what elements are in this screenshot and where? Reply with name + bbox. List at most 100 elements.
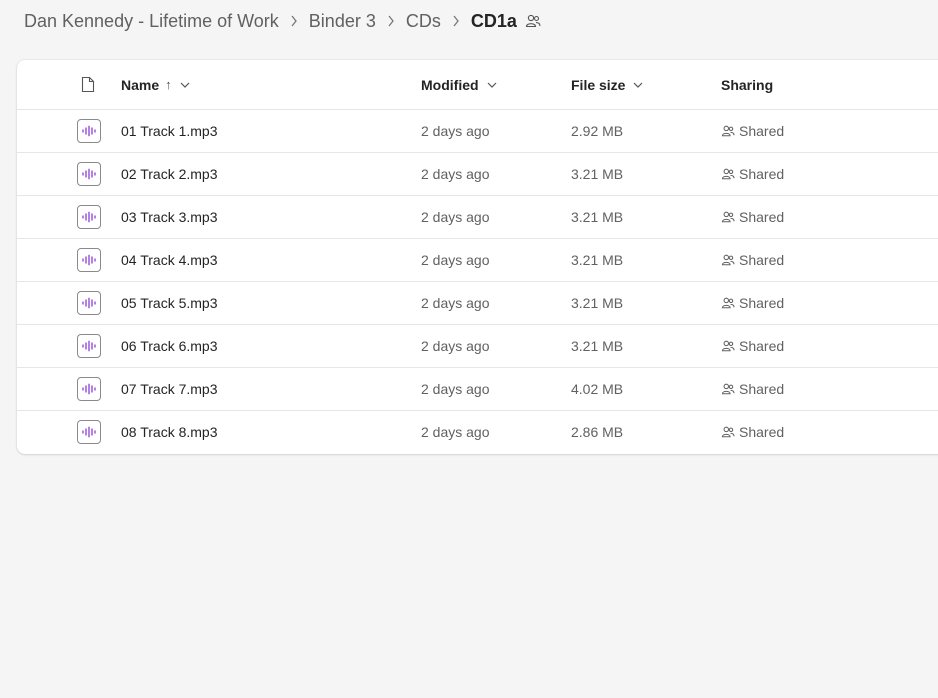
file-size: 3.21 MB — [571, 196, 623, 238]
breadcrumb-item-cds[interactable]: CDs — [406, 11, 441, 32]
file-icon-cell — [77, 282, 101, 324]
chevron-down-icon — [633, 82, 643, 88]
file-name[interactable]: 05 Track 5.mp3 — [121, 282, 218, 324]
file-name-text[interactable]: 04 Track 4.mp3 — [121, 252, 218, 268]
column-header-name[interactable]: Name ↑ — [121, 60, 190, 109]
file-size: 4.02 MB — [571, 368, 623, 410]
people-icon — [721, 168, 735, 180]
table-row[interactable]: 01 Track 1.mp3 2 days ago 2.92 MB Shared — [17, 110, 938, 153]
file-modified-text: 2 days ago — [421, 252, 490, 268]
file-size: 2.92 MB — [571, 110, 623, 152]
file-name-text[interactable]: 07 Track 7.mp3 — [121, 381, 218, 397]
table-row[interactable]: 07 Track 7.mp3 2 days ago 4.02 MB Shared — [17, 368, 938, 411]
column-header-file-size-label: File size — [571, 76, 626, 93]
file-modified: 2 days ago — [421, 368, 490, 410]
chevron-down-icon — [180, 82, 190, 88]
people-icon — [721, 254, 735, 266]
people-icon — [721, 426, 735, 438]
column-header-row: Name ↑ Modified File size Sharing — [17, 60, 938, 110]
file-name-text[interactable]: 08 Track 8.mp3 — [121, 424, 218, 440]
file-modified: 2 days ago — [421, 282, 490, 324]
file-name-text[interactable]: 02 Track 2.mp3 — [121, 166, 218, 182]
file-sharing[interactable]: Shared — [721, 325, 784, 367]
table-row[interactable]: 08 Track 8.mp3 2 days ago 2.86 MB Shared — [17, 411, 938, 453]
file-modified: 2 days ago — [421, 196, 490, 238]
file-list-panel: Name ↑ Modified File size Sharing 01 Tra… — [17, 60, 938, 454]
file-name[interactable]: 06 Track 6.mp3 — [121, 325, 218, 367]
file-sharing-text: Shared — [739, 424, 785, 440]
file-size-text: 3.21 MB — [571, 295, 624, 311]
file-size-text: 3.21 MB — [571, 338, 624, 354]
file-modified: 2 days ago — [421, 239, 490, 281]
audio-file-icon — [77, 162, 101, 186]
file-sharing-text: Shared — [739, 123, 785, 139]
file-name-text[interactable]: 01 Track 1.mp3 — [121, 123, 218, 139]
audio-file-icon — [77, 291, 101, 315]
file-sharing[interactable]: Shared — [721, 368, 784, 410]
file-icon-cell — [77, 110, 101, 152]
file-size-text: 3.21 MB — [571, 166, 624, 182]
file-name-text[interactable]: 03 Track 3.mp3 — [121, 209, 218, 225]
file-name-text[interactable]: 06 Track 6.mp3 — [121, 338, 218, 354]
file-sharing[interactable]: Shared — [721, 239, 784, 281]
file-size: 3.21 MB — [571, 282, 623, 324]
breadcrumb-item-binder-3[interactable]: Binder 3 — [309, 11, 376, 32]
file-sharing-text: Shared — [739, 209, 785, 225]
audio-file-icon — [77, 205, 101, 229]
breadcrumb-current-folder: CD1a — [470, 10, 517, 31]
file-sharing-text: Shared — [739, 381, 785, 397]
document-icon[interactable] — [81, 60, 95, 109]
file-sharing-text: Shared — [739, 338, 785, 354]
file-name[interactable]: 03 Track 3.mp3 — [121, 196, 218, 238]
table-row[interactable]: 03 Track 3.mp3 2 days ago 3.21 MB Shared — [17, 196, 938, 239]
file-size-text: 3.21 MB — [571, 252, 624, 268]
file-icon-cell — [77, 153, 101, 195]
people-icon — [721, 383, 735, 395]
people-icon — [721, 340, 735, 352]
people-icon — [721, 211, 735, 223]
table-row[interactable]: 06 Track 6.mp3 2 days ago 3.21 MB Shared — [17, 325, 938, 368]
audio-file-icon — [77, 420, 101, 444]
table-row[interactable]: 02 Track 2.mp3 2 days ago 3.21 MB Shared — [17, 153, 938, 196]
file-sharing[interactable]: Shared — [721, 196, 784, 238]
file-icon-cell — [77, 196, 101, 238]
column-header-modified-label: Modified — [421, 76, 479, 93]
file-sharing[interactable]: Shared — [721, 282, 784, 324]
file-modified: 2 days ago — [421, 153, 490, 195]
file-modified-text: 2 days ago — [421, 424, 490, 440]
file-name[interactable]: 07 Track 7.mp3 — [121, 368, 218, 410]
table-row[interactable]: 05 Track 5.mp3 2 days ago 3.21 MB Shared — [17, 282, 938, 325]
file-icon-cell — [77, 325, 101, 367]
file-name[interactable]: 04 Track 4.mp3 — [121, 239, 218, 281]
audio-file-icon — [77, 119, 101, 143]
file-modified-text: 2 days ago — [421, 295, 490, 311]
column-header-file-size[interactable]: File size — [571, 60, 643, 109]
file-sharing[interactable]: Shared — [721, 110, 784, 152]
file-modified: 2 days ago — [421, 411, 490, 453]
breadcrumb-separator-icon — [387, 15, 395, 27]
file-name[interactable]: 08 Track 8.mp3 — [121, 411, 218, 453]
file-modified-text: 2 days ago — [421, 209, 490, 225]
file-icon-cell — [77, 239, 101, 281]
file-name[interactable]: 01 Track 1.mp3 — [121, 110, 218, 152]
column-header-modified[interactable]: Modified — [421, 60, 497, 109]
file-sharing-text: Shared — [739, 295, 785, 311]
file-sharing[interactable]: Shared — [721, 153, 784, 195]
file-modified-text: 2 days ago — [421, 381, 490, 397]
file-size: 3.21 MB — [571, 239, 623, 281]
column-header-sharing[interactable]: Sharing — [721, 60, 773, 109]
file-size-text: 3.21 MB — [571, 209, 624, 225]
file-name[interactable]: 02 Track 2.mp3 — [121, 153, 218, 195]
breadcrumb-item-dan-kennedy[interactable]: Dan Kennedy - Lifetime of Work — [24, 11, 279, 32]
file-size-text: 2.92 MB — [571, 123, 624, 139]
file-size-text: 4.02 MB — [571, 381, 624, 397]
audio-file-icon — [77, 248, 101, 272]
file-size-text: 2.86 MB — [571, 424, 624, 440]
file-sharing[interactable]: Shared — [721, 411, 784, 453]
file-name-text[interactable]: 05 Track 5.mp3 — [121, 295, 218, 311]
table-row[interactable]: 04 Track 4.mp3 2 days ago 3.21 MB Shared — [17, 239, 938, 282]
file-rows: 01 Track 1.mp3 2 days ago 2.92 MB Shared — [17, 110, 938, 453]
sort-ascending-icon: ↑ — [165, 77, 172, 92]
column-header-name-label: Name — [121, 76, 160, 93]
breadcrumb-separator-icon — [452, 15, 460, 27]
